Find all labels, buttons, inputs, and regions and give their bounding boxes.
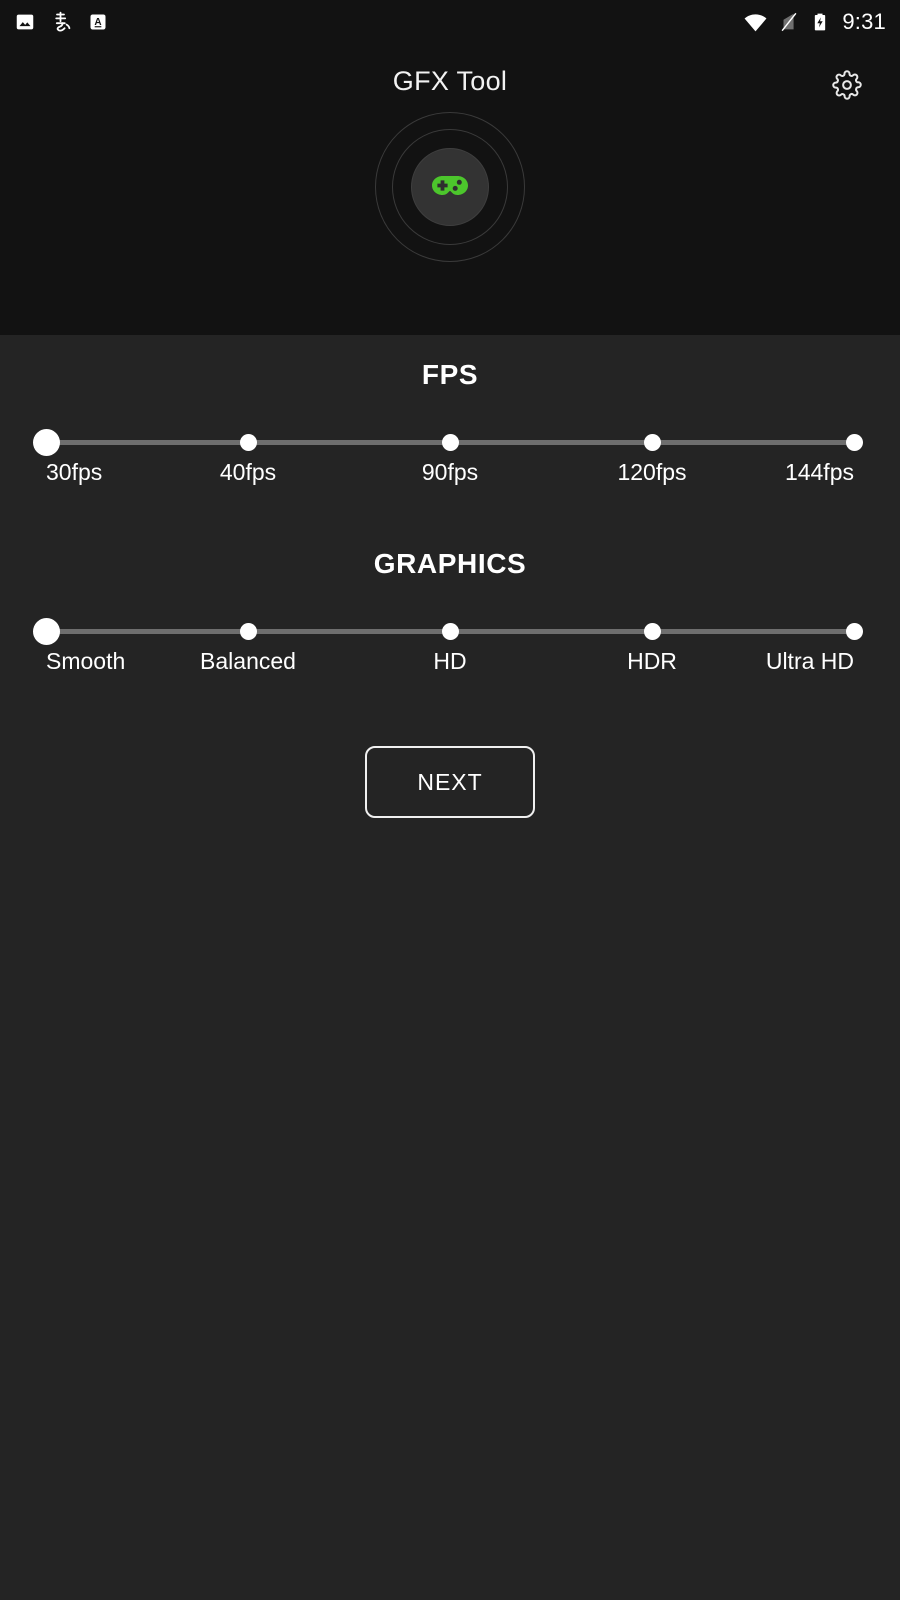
graphics-slider[interactable]: Smooth Balanced HD HDR Ultra HD — [32, 614, 863, 684]
mobile-signal-off-icon — [778, 11, 800, 33]
graphics-option-label: HD — [433, 648, 467, 674]
graphics-option-label: Smooth — [46, 648, 126, 674]
graphics-option-dot[interactable] — [845, 623, 863, 640]
image-icon — [14, 11, 36, 33]
app-logo — [375, 112, 525, 262]
graphics-option-label: HDR — [627, 648, 677, 674]
settings-button[interactable] — [830, 69, 864, 105]
fps-slider[interactable]: 30fps 40fps 90fps 120fps 144fps — [32, 425, 863, 495]
logo-core-circle — [411, 148, 489, 226]
battery-charging-icon — [810, 11, 830, 33]
fps-option-dot[interactable] — [643, 434, 661, 451]
graphics-section-title: GRAPHICS — [373, 548, 527, 579]
graphics-option-label: Balanced — [200, 648, 296, 674]
fps-option-dot[interactable] — [441, 434, 459, 451]
keyboard-language-icon: A — [88, 12, 108, 32]
fps-section-title: FPS — [421, 359, 479, 390]
status-bar-clock: 9:31 — [842, 9, 886, 34]
app-header: GFX Tool — [0, 44, 900, 335]
fps-option-dot[interactable] — [845, 434, 863, 451]
gamepad-icon — [426, 161, 474, 214]
fps-option-label: 90fps — [421, 459, 479, 485]
chinese-input-icon — [50, 10, 74, 34]
fps-option-dot[interactable] — [239, 434, 257, 451]
fps-option-label: 144fps — [784, 459, 854, 485]
graphics-option-dot[interactable] — [239, 623, 257, 640]
page-title: GFX Tool — [392, 66, 508, 96]
gear-icon — [832, 69, 862, 105]
graphics-option-dot[interactable] — [32, 618, 60, 645]
status-bar-right-icons: 9:31 — [743, 9, 886, 35]
fps-option-dot[interactable] — [32, 429, 60, 456]
graphics-option-dot[interactable] — [441, 623, 459, 640]
fps-option-label: 30fps — [46, 459, 103, 485]
status-bar-left-icons: A — [14, 10, 108, 34]
fps-option-label: 40fps — [219, 459, 277, 485]
status-bar: A 9:31 — [0, 0, 900, 44]
settings-content: FPS 30fps 40fps 90fps 120fps 144fps GRAP… — [0, 335, 900, 1600]
graphics-option-label: Ultra HD — [765, 648, 854, 674]
next-button[interactable]: NEXT — [365, 746, 535, 818]
graphics-option-dot[interactable] — [643, 623, 661, 640]
fps-option-label: 120fps — [617, 459, 687, 485]
wifi-icon — [743, 10, 768, 35]
